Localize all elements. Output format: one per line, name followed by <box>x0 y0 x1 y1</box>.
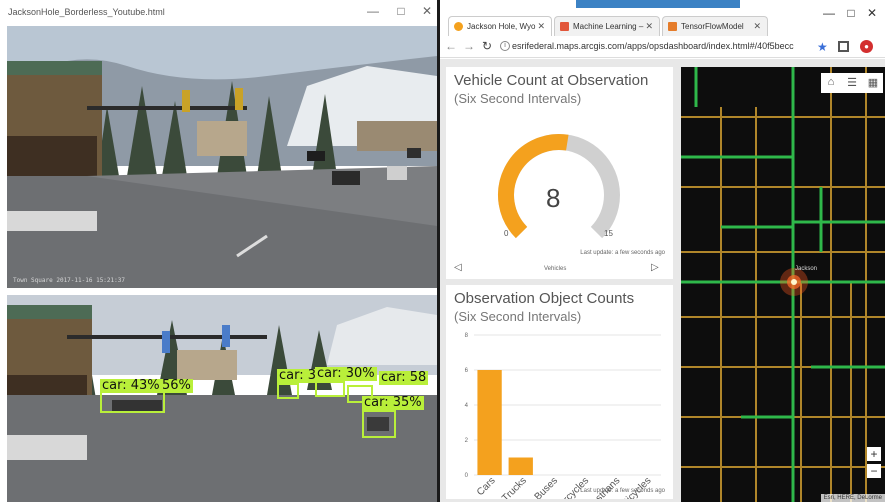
video-window: JacksonHole_Borderless_Youtube.html — □ … <box>0 0 437 502</box>
forward-icon[interactable]: → <box>462 39 476 53</box>
tab-machine-learning[interactable]: Machine Learning – ✕ <box>554 16 660 36</box>
y-tick-label: 0 <box>465 473 469 479</box>
y-tick-label: 2 <box>465 438 469 444</box>
reload-icon[interactable]: ↻ <box>480 39 494 53</box>
street-map <box>681 67 885 502</box>
map-place-label: Jackson <box>795 266 818 272</box>
bar[interactable] <box>508 457 533 476</box>
video-window-titlebar[interactable]: JacksonHole_Borderless_Youtube.html — □ … <box>0 0 437 26</box>
detection-box <box>100 391 165 413</box>
tab-strip: Jackson Hole, Wyo ✕ Machine Learning – ✕… <box>440 0 885 36</box>
close-tab-icon[interactable]: ✕ <box>645 21 653 32</box>
tf-icon <box>668 22 677 31</box>
back-icon[interactable]: ← <box>444 39 458 53</box>
extension-icon[interactable] <box>838 41 849 52</box>
info-icon[interactable]: i <box>500 41 510 51</box>
map-attribution: Esri, HERE, DeLorme <box>820 494 885 502</box>
tab-label: TensorFlowModel <box>681 22 744 31</box>
url-text: esrifederal.maps.arcgis.com/apps/opsdash… <box>512 41 794 51</box>
vehicle-count-gauge <box>498 134 620 239</box>
zoom-in-button[interactable]: + <box>867 447 881 461</box>
gauge-min-label: 0 <box>504 229 509 238</box>
bookmark-star-icon[interactable]: ★ <box>817 40 828 54</box>
close-tab-icon[interactable]: ✕ <box>537 21 545 32</box>
raw-video-feed: Town Square 2017-11-16 15:21:37 <box>7 26 437 288</box>
arcgis-icon <box>454 22 463 31</box>
home-icon[interactable]: ⌂ <box>824 76 838 88</box>
y-tick-label: 8 <box>465 333 469 339</box>
zoom-out-button[interactable]: − <box>867 464 881 478</box>
x-tick-label: Cars <box>475 475 498 498</box>
y-tick-label: 4 <box>465 403 469 409</box>
next-arrow-icon[interactable]: ▷ <box>651 262 659 273</box>
video-timestamp: Town Square 2017-11-16 15:21:37 <box>13 277 125 284</box>
ops-dashboard: Vehicle Count at Observation (Six Second… <box>440 59 885 502</box>
detection-label: car: 35% <box>362 395 424 410</box>
detection-box <box>277 383 299 399</box>
last-update-text: Last update: a few seconds ago <box>580 488 665 494</box>
basemap-icon[interactable]: ▦ <box>866 76 880 89</box>
tab-jackson-hole[interactable]: Jackson Hole, Wyo ✕ <box>448 16 552 36</box>
detection-label: 56% <box>160 378 193 393</box>
detection-box <box>315 381 345 397</box>
detection-label: car: 43% <box>100 378 162 393</box>
ml-icon <box>560 22 569 31</box>
gauge-value: 8 <box>546 183 561 213</box>
detection-label: car: 58 <box>379 370 429 385</box>
last-update-text: Last update: a few seconds ago <box>580 250 665 256</box>
counts-panel: Observation Object Counts (Six Second In… <box>446 285 673 499</box>
video-window-title: JacksonHole_Borderless_Youtube.html <box>8 7 165 17</box>
list-icon[interactable]: ☰ <box>845 76 859 89</box>
browser-window: Jackson Hole, Wyo ✕ Machine Learning – ✕… <box>440 0 885 502</box>
browser-maximize-button[interactable]: □ <box>840 6 862 20</box>
map-view[interactable]: ⌂ ☰ ▦ Jackson + − Esri, HERE, DeLorme <box>681 67 885 502</box>
y-tick-label: 6 <box>465 368 469 374</box>
map-toolbar: ⌂ ☰ ▦ <box>821 73 883 93</box>
address-bar[interactable]: i esrifederal.maps.arcgis.com/apps/opsda… <box>500 38 822 56</box>
detection-video-feed: car: 43% 56% car: 30% car: 30% car: 58 c… <box>7 295 437 502</box>
tab-label: Jackson Hole, Wyo <box>467 22 536 31</box>
gauge-footer: Vehicles <box>544 266 567 272</box>
gauge-max-label: 15 <box>604 229 613 238</box>
x-tick-label: Buses <box>533 475 560 499</box>
taskbar-highlight <box>576 0 740 8</box>
detection-box <box>362 410 396 438</box>
close-tab-icon[interactable]: ✕ <box>753 21 761 32</box>
tab-tensorflow[interactable]: TensorFlowModel ✕ <box>662 16 768 36</box>
tab-label: Machine Learning – <box>573 22 644 31</box>
object-counts-chart: 02468CarsLarge TrucksBusesMotorcyclesPed… <box>465 333 661 499</box>
detection-label: car: 30% <box>315 366 377 381</box>
minimize-button[interactable]: — <box>364 4 382 18</box>
extension-badge-icon[interactable]: ● <box>860 40 873 53</box>
bar[interactable] <box>477 370 502 475</box>
close-button[interactable]: ✕ <box>418 4 436 18</box>
prev-arrow-icon[interactable]: ◁ <box>454 262 462 273</box>
browser-close-button[interactable]: ✕ <box>861 6 883 20</box>
gauge-panel: Vehicle Count at Observation (Six Second… <box>446 67 673 279</box>
browser-minimize-button[interactable]: — <box>818 6 840 20</box>
maximize-button[interactable]: □ <box>392 4 410 18</box>
